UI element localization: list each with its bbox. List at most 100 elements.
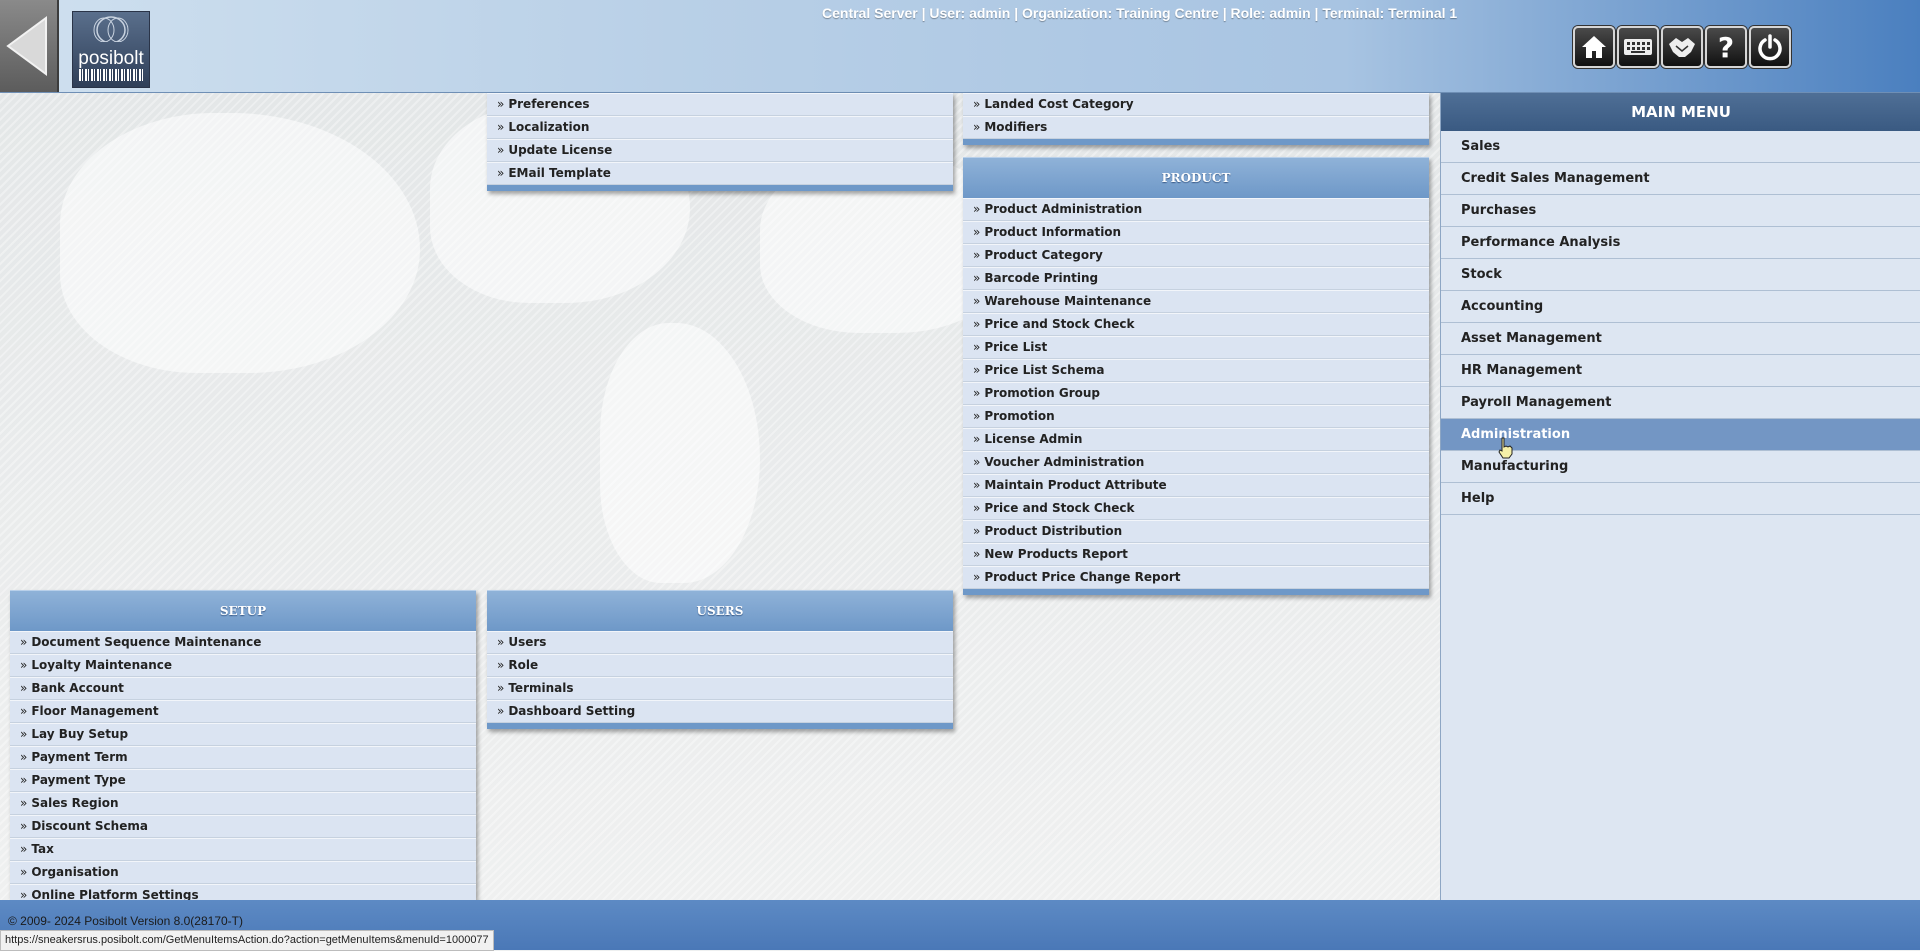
administration-panel-items: » Preferences» Localization» Update License… [487, 93, 953, 185]
raquo-icon: » [20, 796, 28, 810]
menu-link-sales-region[interactable]: » Sales Region [10, 792, 476, 815]
menu-link-license-admin[interactable]: » License Admin [963, 428, 1429, 451]
panel-footer [487, 185, 953, 191]
keyboard-button[interactable] [1617, 26, 1659, 68]
menu-link-role[interactable]: » Role [487, 654, 953, 677]
menu-link-dashboard-setting[interactable]: » Dashboard Setting [487, 700, 953, 723]
main-menu-item-manufacturing[interactable]: Manufacturing [1441, 451, 1920, 483]
menu-link-price-list[interactable]: » Price List [963, 336, 1429, 359]
menu-link-users[interactable]: » Users [487, 631, 953, 654]
posibolt-logo: posibolt [72, 11, 150, 88]
menu-link-lay-buy-setup[interactable]: » Lay Buy Setup [10, 723, 476, 746]
raquo-icon: » [497, 681, 505, 695]
misc-panel-items: » Landed Cost Category» Modifiers [963, 93, 1429, 139]
menu-link-voucher-administration[interactable]: » Voucher Administration [963, 451, 1429, 474]
menu-link-label: Localization [508, 120, 590, 134]
svg-text:?: ? [1718, 32, 1734, 62]
menu-link-label: Product Information [984, 225, 1122, 239]
menu-link-label: Organisation [31, 865, 119, 879]
menu-link-landed-cost-category[interactable]: » Landed Cost Category [963, 93, 1429, 116]
raquo-icon: » [20, 750, 28, 764]
menu-link-warehouse-maintenance[interactable]: » Warehouse Maintenance [963, 290, 1429, 313]
menu-link-promotion-group[interactable]: » Promotion Group [963, 382, 1429, 405]
menu-link-payment-type[interactable]: » Payment Type [10, 769, 476, 792]
raquo-icon: » [20, 842, 28, 856]
logout-button[interactable] [1749, 26, 1791, 68]
main-menu-item-accounting[interactable]: Accounting [1441, 291, 1920, 323]
menu-link-terminals[interactable]: » Terminals [487, 677, 953, 700]
menu-link-barcode-printing[interactable]: » Barcode Printing [963, 267, 1429, 290]
home-button[interactable] [1573, 26, 1615, 68]
main-menu-item-stock[interactable]: Stock [1441, 259, 1920, 291]
menu-link-product-information[interactable]: » Product Information [963, 221, 1429, 244]
raquo-icon: » [973, 271, 981, 285]
main-menu-item-administration[interactable]: Administration [1441, 419, 1920, 451]
menu-link-organisation[interactable]: » Organisation [10, 861, 476, 884]
keyboard-icon [1624, 39, 1652, 55]
menu-link-label: Terminals [508, 681, 574, 695]
main-menu-item-performance-analysis[interactable]: Performance Analysis [1441, 227, 1920, 259]
menu-link-modifiers[interactable]: » Modifiers [963, 116, 1429, 139]
main-menu-items: Sales Credit Sales Management Purchases Per… [1441, 131, 1920, 515]
raquo-icon: » [973, 225, 981, 239]
menu-link-product-distribution[interactable]: » Product Distribution [963, 520, 1429, 543]
menu-link-discount-schema[interactable]: » Discount Schema [10, 815, 476, 838]
main-menu-title: MAIN MENU [1441, 93, 1920, 131]
menu-link-preferences[interactable]: » Preferences [487, 93, 953, 116]
menu-link-localization[interactable]: » Localization [487, 116, 953, 139]
menu-link-product-category[interactable]: » Product Category [963, 244, 1429, 267]
menu-link-loyalty-maintenance[interactable]: » Loyalty Maintenance [10, 654, 476, 677]
raquo-icon: » [20, 681, 28, 695]
raquo-icon: » [973, 524, 981, 538]
status-bar-url: https://sneakersrus.posibolt.com/GetMenu… [0, 930, 494, 951]
back-arrow-icon [6, 16, 47, 76]
raquo-icon: » [497, 143, 505, 157]
power-icon [1758, 34, 1782, 61]
raquo-icon: » [20, 865, 28, 879]
setup-panel-items: » Document Sequence Maintenance» Loyalty M… [10, 631, 476, 907]
raquo-icon: » [973, 432, 981, 446]
menu-link-bank-account[interactable]: » Bank Account [10, 677, 476, 700]
raquo-icon: » [973, 501, 981, 515]
main-menu-item-hr-management[interactable]: HR Management [1441, 355, 1920, 387]
menu-link-price-list-schema[interactable]: » Price List Schema [963, 359, 1429, 382]
menu-link-tax[interactable]: » Tax [10, 838, 476, 861]
setup-panel: SETUP » Document Sequence Maintenance» Loy… [10, 590, 476, 907]
menu-link-label: License Admin [984, 432, 1083, 446]
main-menu-item-help[interactable]: Help [1441, 483, 1920, 515]
menu-link-document-sequence-maintenance[interactable]: » Document Sequence Maintenance [10, 631, 476, 654]
menu-link-maintain-product-attribute[interactable]: » Maintain Product Attribute [963, 474, 1429, 497]
home-icon [1582, 36, 1606, 58]
menu-link-product-administration[interactable]: » Product Administration [963, 198, 1429, 221]
raquo-icon: » [20, 658, 28, 672]
help-button[interactable]: ? [1705, 26, 1747, 68]
menu-link-label: Landed Cost Category [984, 97, 1134, 111]
menu-link-payment-term[interactable]: » Payment Term [10, 746, 476, 769]
menu-link-label: Payment Type [31, 773, 126, 787]
raquo-icon: » [973, 478, 981, 492]
raquo-icon: » [20, 727, 28, 741]
menu-link-price-and-stock-check[interactable]: » Price and Stock Check [963, 313, 1429, 336]
menu-link-label: Sales Region [31, 796, 119, 810]
main-menu-item-purchases[interactable]: Purchases [1441, 195, 1920, 227]
menu-link-promotion[interactable]: » Promotion [963, 405, 1429, 428]
menu-link-floor-management[interactable]: » Floor Management [10, 700, 476, 723]
panel-footer [963, 589, 1429, 595]
misc-panel: » Landed Cost Category» Modifiers [963, 93, 1429, 145]
back-button[interactable] [0, 0, 59, 92]
menu-link-price-and-stock-check[interactable]: » Price and Stock Check [963, 497, 1429, 520]
menu-link-product-price-change-report[interactable]: » Product Price Change Report [963, 566, 1429, 589]
main-menu-item-credit-sales-management[interactable]: Credit Sales Management [1441, 163, 1920, 195]
menu-link-email-template[interactable]: » EMail Template [487, 162, 953, 185]
raquo-icon: » [973, 97, 981, 111]
handshake-button[interactable] [1661, 26, 1703, 68]
main-menu-item-sales[interactable]: Sales [1441, 131, 1920, 163]
menu-link-label: Role [508, 658, 539, 672]
logo-text: posibolt [78, 48, 144, 69]
menu-link-update-license[interactable]: » Update License [487, 139, 953, 162]
menu-link-new-products-report[interactable]: » New Products Report [963, 543, 1429, 566]
main-menu-item-asset-management[interactable]: Asset Management [1441, 323, 1920, 355]
main-menu-item-payroll-management[interactable]: Payroll Management [1441, 387, 1920, 419]
menu-link-label: Price and Stock Check [984, 501, 1135, 515]
raquo-icon: » [497, 166, 505, 180]
